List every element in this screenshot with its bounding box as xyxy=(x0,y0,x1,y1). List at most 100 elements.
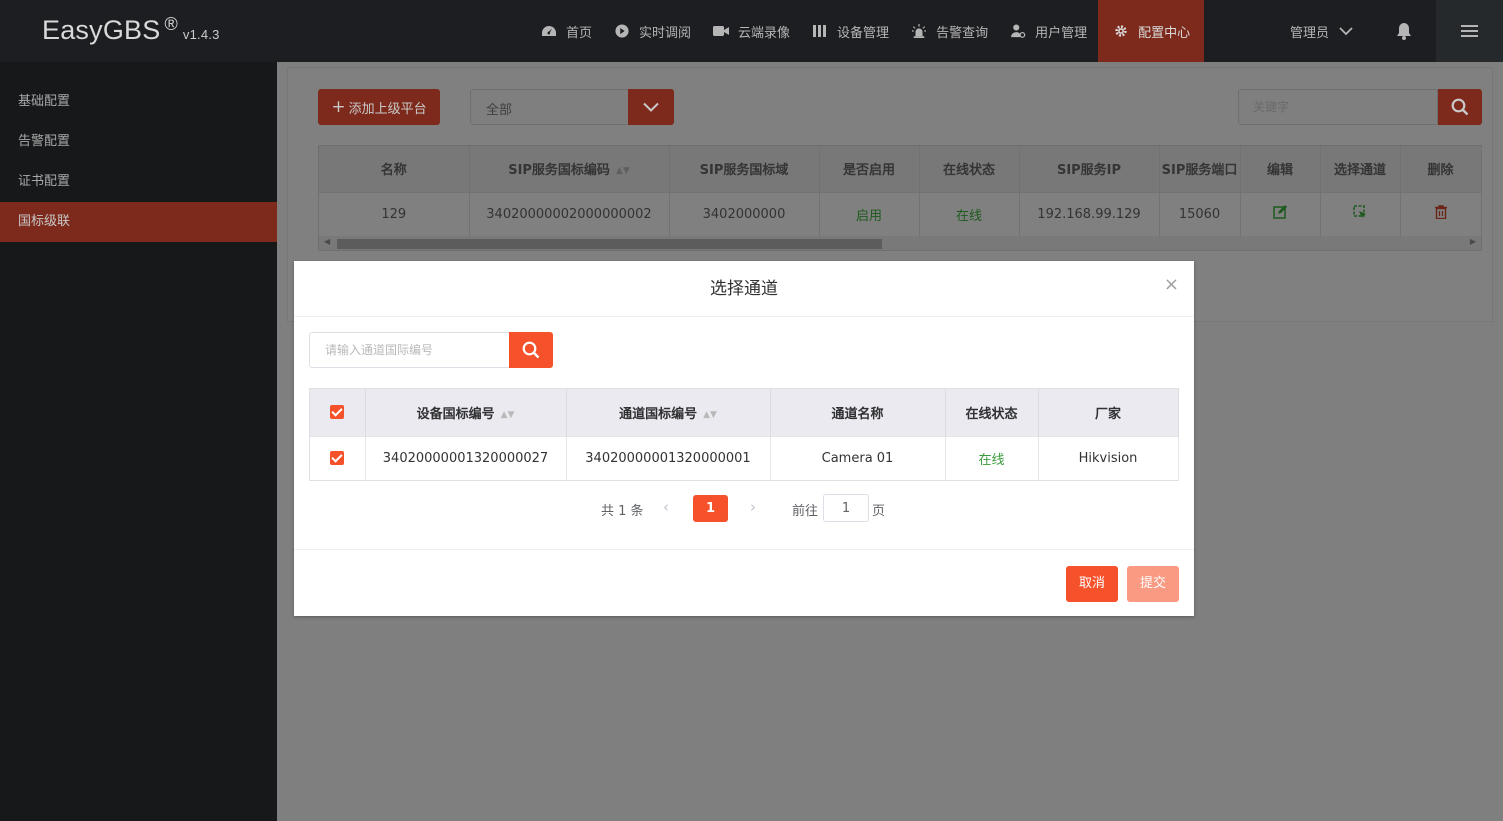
sort-icon[interactable]: ▲▼ xyxy=(616,166,630,176)
dashboard-icon xyxy=(542,26,556,36)
chevron-down-icon xyxy=(1339,27,1353,36)
keyword-input[interactable]: 关键字 xyxy=(1238,89,1438,125)
cell-edit xyxy=(1240,191,1321,236)
filter-select[interactable]: 全部 xyxy=(470,89,674,125)
nav-item-live[interactable]: 实时调阅 xyxy=(603,0,702,62)
nav-item-alarms[interactable]: 告警查询 xyxy=(900,0,999,62)
cell-select-channel xyxy=(1320,191,1401,236)
page-button-current[interactable]: 1 xyxy=(693,495,728,522)
col-sip-ip: SIP服务IP xyxy=(1019,146,1160,192)
channel-table: 设备国标编号 ▲▼ 通道国标编号 ▲▼ 通道名称 在线状态 厂家 340200000… xyxy=(309,388,1179,481)
search-icon xyxy=(522,341,540,359)
cell-vendor: Hikvision xyxy=(1038,435,1179,480)
row-checkbox-cell xyxy=(310,435,366,480)
sort-icon[interactable]: ▲▼ xyxy=(703,410,717,420)
goto-page-input[interactable] xyxy=(823,494,869,522)
col-online: 在线状态 xyxy=(919,146,1020,192)
cancel-button[interactable]: 取消 xyxy=(1066,566,1118,602)
play-circle-icon xyxy=(615,24,629,38)
sidebar-item-cert-config[interactable]: 证书配置 xyxy=(0,162,277,202)
main-nav: 首页 实时调阅 云端录像 设备管理 告警查询 用户管理 配置中心 xyxy=(530,0,1205,62)
gear-icon xyxy=(1115,25,1127,37)
col-vendor: 厂家 xyxy=(1038,389,1179,436)
bell-icon[interactable] xyxy=(1394,22,1414,40)
col-sip-domain: SIP服务国标域 xyxy=(669,146,820,192)
pagination-page-suffix: 页 xyxy=(872,504,886,519)
cell-channel-id: 34020000001320000001 xyxy=(566,435,771,480)
col-sip-code[interactable]: SIP服务国标编码 ▲▼ xyxy=(469,146,670,192)
cell-name: 129 xyxy=(319,191,470,236)
close-icon[interactable]: × xyxy=(1164,274,1179,295)
col-status: 在线状态 xyxy=(945,389,1039,436)
pagination: 共 1 条 ‹ 1 › 前往 页 xyxy=(294,493,1194,523)
cell-sip-port: 15060 xyxy=(1159,191,1241,236)
select-channel-dialog: 选择通道 × 设备国标编号▲▼ 通道国标编号▲▼ 通道名称 在线状态 厂家 xyxy=(294,261,1194,616)
channel-search-input[interactable] xyxy=(309,332,510,368)
device-bars-icon xyxy=(813,25,827,37)
col-name: 名称 xyxy=(319,146,470,192)
cell-device-id: 34020000001320000027 xyxy=(365,435,567,480)
dialog-title: 选择通道 xyxy=(294,261,1194,317)
col-select-channel: 选择通道 xyxy=(1320,146,1401,192)
table-row: 129 34020000002000000002 3402000000 启用 在… xyxy=(319,191,1482,236)
table-header-row: 名称 SIP服务国标编码 ▲▼ SIP服务国标域 是否启用 在线状态 SIP服务I… xyxy=(319,146,1482,192)
hamburger-menu-button[interactable] xyxy=(1436,0,1503,62)
col-sip-port: SIP服务端口 xyxy=(1159,146,1241,192)
select-all-cell xyxy=(310,389,366,436)
nav-item-cloud-record[interactable]: 云端录像 xyxy=(702,0,801,62)
channel-header-row: 设备国标编号 ▲▼ 通道国标编号 ▲▼ 通道名称 在线状态 厂家 xyxy=(310,389,1179,436)
col-device-id[interactable]: 设备国标编号 ▲▼ xyxy=(365,389,567,436)
platform-table: 名称 SIP服务国标编码 ▲▼ SIP服务国标域 是否启用 在线状态 SIP服务I… xyxy=(318,145,1482,251)
pagination-total: 共 1 条 xyxy=(601,504,644,519)
col-channel-id[interactable]: 通道国标编号 ▲▼ xyxy=(566,389,771,436)
nav-item-devices[interactable]: 设备管理 xyxy=(801,0,900,62)
submit-button[interactable]: 提交 xyxy=(1127,566,1179,602)
scrollbar-thumb[interactable] xyxy=(337,239,882,249)
channel-search-button[interactable] xyxy=(509,332,553,368)
select-channel-icon[interactable] xyxy=(1353,205,1367,219)
chevron-right-icon[interactable]: › xyxy=(750,498,756,516)
edit-icon[interactable] xyxy=(1273,205,1287,219)
cell-status: 在线 xyxy=(945,435,1039,480)
cell-sip-ip: 192.168.99.129 xyxy=(1019,191,1160,236)
nav-item-config[interactable]: 配置中心 xyxy=(1098,0,1205,62)
pagination-goto-label: 前往 xyxy=(792,504,819,519)
col-enabled: 是否启用 xyxy=(819,146,920,192)
select-all-checkbox[interactable] xyxy=(330,405,345,420)
table-row[interactable]: 34020000001320000027 3402000000132000000… xyxy=(310,435,1179,480)
cell-delete xyxy=(1400,191,1482,236)
sidebar-item-gb-cascade[interactable]: 国标级联 xyxy=(0,202,277,242)
alarm-light-icon xyxy=(912,24,927,38)
add-parent-platform-button[interactable]: + 添加上级平台 xyxy=(318,89,440,125)
cell-channel-name: Camera 01 xyxy=(770,435,946,480)
sidebar-item-basic-config[interactable]: 基础配置 xyxy=(0,82,277,122)
plus-icon: + xyxy=(331,97,346,117)
horizontal-scrollbar[interactable]: ◀ ▶ xyxy=(319,236,1481,250)
cell-sip-domain: 3402000000 xyxy=(669,191,820,236)
hamburger-icon xyxy=(1461,30,1478,32)
top-bar: EasyGBS ®v1.4.3 首页 实时调阅 云端录像 设备管理 告警查询 用户… xyxy=(0,0,1503,62)
col-channel-name: 通道名称 xyxy=(770,389,946,436)
col-edit: 编辑 xyxy=(1240,146,1321,192)
sidebar-item-alarm-config[interactable]: 告警配置 xyxy=(0,122,277,162)
cell-online: 在线 xyxy=(919,191,1020,236)
user-menu[interactable]: 管理员 xyxy=(1276,0,1353,62)
sidebar: 基础配置 告警配置 证书配置 国标级联 xyxy=(0,62,277,821)
cell-enabled: 启用 xyxy=(819,191,920,236)
scroll-left-icon[interactable]: ◀ xyxy=(324,237,330,246)
app-logo[interactable]: EasyGBS ®v1.4.3 xyxy=(42,14,220,46)
trash-icon[interactable] xyxy=(1434,205,1447,220)
keyword-search-button[interactable] xyxy=(1438,89,1482,125)
row-checkbox[interactable] xyxy=(330,451,345,466)
user-gear-icon xyxy=(1011,24,1026,38)
app-version: v1.4.3 xyxy=(182,27,220,42)
nav-item-home[interactable]: 首页 xyxy=(530,0,603,62)
chevron-left-icon[interactable]: ‹ xyxy=(663,498,669,516)
cell-sip-code: 34020000002000000002 xyxy=(469,191,670,236)
sort-icon[interactable]: ▲▼ xyxy=(501,410,515,420)
select-arrow[interactable] xyxy=(628,89,674,125)
nav-item-users[interactable]: 用户管理 xyxy=(999,0,1098,62)
dialog-footer: 取消 提交 xyxy=(294,549,1194,616)
scroll-right-icon[interactable]: ▶ xyxy=(1470,237,1476,246)
search-icon xyxy=(1451,98,1469,116)
